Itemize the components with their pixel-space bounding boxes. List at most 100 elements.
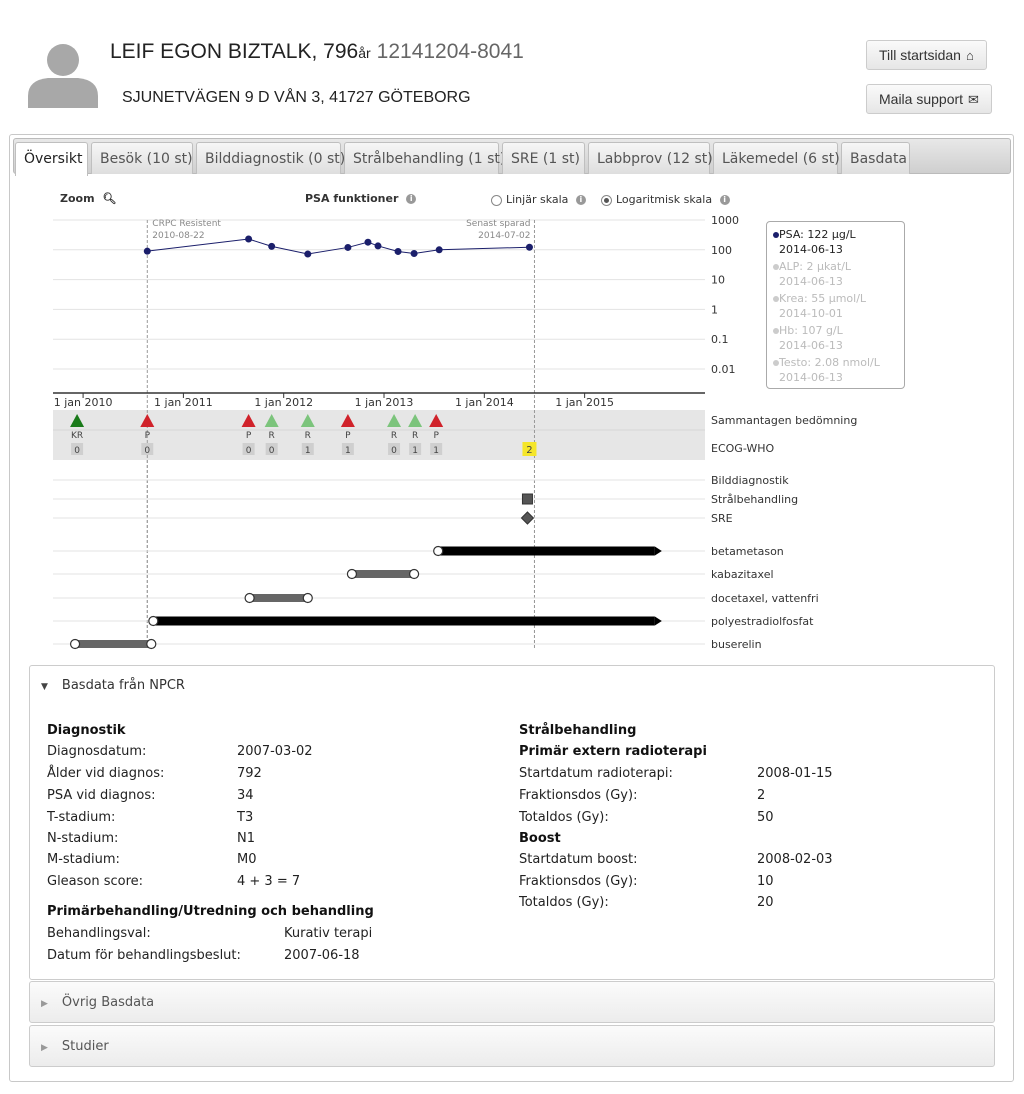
field-label: Datum för behandlingsbeslut: <box>47 948 241 963</box>
field-label: Startdatum boost: <box>519 852 638 867</box>
field-label: PSA vid diagnos: <box>47 788 156 803</box>
basdata-header[interactable]: ▼ Basdata från NPCR <box>41 678 185 693</box>
legend-item-krea[interactable]: Krea: 55 µmol/L 2014-10-01 <box>773 291 867 321</box>
assessment-label: P <box>345 431 351 441</box>
legend-marker <box>773 264 779 270</box>
legend-label: ALP: 2 µkat/L <box>779 260 852 273</box>
legend-label: Krea: 55 µmol/L <box>779 292 867 305</box>
home-button[interactable]: Till startsidan ⌂ <box>866 40 987 70</box>
legend-item-alp[interactable]: ALP: 2 µkat/L 2014-06-13 <box>773 259 852 289</box>
field-value: M0 <box>237 852 257 867</box>
legend-marker <box>773 360 779 366</box>
psa-functions-control[interactable]: PSA funktioner i <box>305 192 417 205</box>
psa-data-point[interactable] <box>394 247 402 255</box>
studier-header[interactable]: ▶ Studier <box>41 1039 109 1054</box>
ecog-value: 2 <box>526 445 532 456</box>
field-value: N1 <box>237 831 255 846</box>
radio-button-selected[interactable] <box>601 194 612 206</box>
ovrig-basdata-header[interactable]: ▶ Övrig Basdata <box>41 995 154 1010</box>
ongoing-arrow <box>654 616 662 626</box>
psa-data-point[interactable] <box>435 246 443 254</box>
legend-item-testo[interactable]: Testo: 2.08 nmol/L 2014-06-13 <box>773 355 880 385</box>
support-button[interactable]: Maila support ✉ <box>866 84 992 114</box>
field-label: Diagnosdatum: <box>47 744 147 759</box>
ecog-value: 1 <box>412 446 418 456</box>
tab-basdata[interactable]: Basdata <box>841 142 910 174</box>
radiation-marker[interactable] <box>521 493 533 505</box>
field-value: 792 <box>237 766 262 781</box>
legend-item-psa[interactable]: PSA: 122 µg/L 2014-06-13 <box>773 227 856 257</box>
field-label: Fraktionsdos (Gy): <box>519 874 638 889</box>
tab-bilddiagnostik[interactable]: Bilddiagnostik (0 st) <box>196 142 345 174</box>
ecog-value: 1 <box>305 446 311 456</box>
sre-marker[interactable] <box>520 511 535 525</box>
ecog-value: 0 <box>246 446 252 456</box>
tab-lakemedel[interactable]: Läkemedel (6 st) <box>713 142 840 174</box>
zoom-control[interactable]: Zoom 🔍︎ <box>60 192 116 205</box>
annotation-label: Senast sparad <box>466 219 530 229</box>
medication-start-marker <box>148 615 159 627</box>
tab-oversikt[interactable]: Översikt <box>15 142 88 176</box>
psa-data-point[interactable] <box>304 250 312 258</box>
medication-bar[interactable] <box>438 546 655 556</box>
primar-extern-heading: Primär extern radioterapi <box>519 744 707 759</box>
tab-sre[interactable]: SRE (1 st) <box>502 142 585 174</box>
studier-section[interactable] <box>29 1025 995 1067</box>
tab-stralbehandling[interactable]: Strålbehandling (1 st) <box>344 142 505 174</box>
psa-data-point[interactable] <box>364 238 372 246</box>
psa-data-point[interactable] <box>344 243 352 251</box>
assessment-label: KR <box>71 431 83 441</box>
medication-bar[interactable] <box>351 570 415 578</box>
home-button-label: Till startsidan <box>879 47 961 63</box>
ecog-value: 0 <box>74 446 80 456</box>
x-tick-label: 1 jan 2013 <box>355 396 414 409</box>
field-label: Fraktionsdos (Gy): <box>519 788 638 803</box>
legend-item-hb[interactable]: Hb: 107 g/L 2014-06-13 <box>773 323 843 353</box>
medication-end-marker <box>146 638 157 650</box>
psa-data-point[interactable] <box>245 235 253 243</box>
legend-label: Testo: 2.08 nmol/L <box>779 356 880 369</box>
tab-besok[interactable]: Besök (10 st) <box>91 142 193 174</box>
medication-bar[interactable] <box>249 594 308 602</box>
medication-bar[interactable] <box>153 616 655 626</box>
info-icon: i <box>575 195 586 205</box>
psa-data-point[interactable] <box>268 242 276 250</box>
ovrig-basdata-section[interactable] <box>29 981 995 1023</box>
chart-legend: PSA: 122 µg/L 2014-06-13 ALP: 2 µkat/L 2… <box>766 221 905 389</box>
patient-name: LEIF EGON BIZTALK, 796år 12141204-8041 <box>110 40 524 64</box>
y-tick-label: 1000 <box>711 214 739 227</box>
y-tick-label: 1 <box>711 303 718 316</box>
studier-title: Studier <box>61 1039 109 1054</box>
field-value: 20 <box>757 895 774 910</box>
zoom-label: Zoom <box>60 192 95 205</box>
y-tick-label: 0.1 <box>711 333 729 346</box>
caret-right-icon: ▶ <box>41 999 48 1009</box>
assessment-label: P <box>145 431 151 441</box>
legend-marker <box>773 296 779 302</box>
psa-data-point[interactable] <box>410 250 418 258</box>
field-value: Kurativ terapi <box>284 926 373 941</box>
field-value: 2008-01-15 <box>757 766 833 781</box>
tab-labbprov[interactable]: Labbprov (12 st) <box>588 142 713 174</box>
ecog-value: 0 <box>144 446 150 456</box>
x-tick-label: 1 jan 2015 <box>555 396 614 409</box>
avatar <box>28 44 98 108</box>
medication-end-marker <box>302 592 313 604</box>
psa-data-point[interactable] <box>525 243 533 251</box>
medication-label: kabazitaxel <box>711 568 774 581</box>
ecog-value: 0 <box>391 446 397 456</box>
radio-button[interactable] <box>491 194 502 206</box>
info-icon: i <box>406 194 417 204</box>
field-value: 10 <box>757 874 774 889</box>
field-label: Gleason score: <box>47 874 144 889</box>
psa-data-point[interactable] <box>374 242 382 250</box>
y-tick-label: 100 <box>711 244 732 257</box>
medication-label: betametason <box>711 545 784 558</box>
psa-data-point[interactable] <box>143 247 151 255</box>
x-tick-label: 1 jan 2010 <box>54 396 113 409</box>
medication-bar[interactable] <box>75 640 152 648</box>
ongoing-arrow <box>654 546 662 556</box>
medication-start-marker <box>346 568 358 580</box>
info-icon: i <box>719 195 730 205</box>
ecog-value: 1 <box>433 446 439 456</box>
